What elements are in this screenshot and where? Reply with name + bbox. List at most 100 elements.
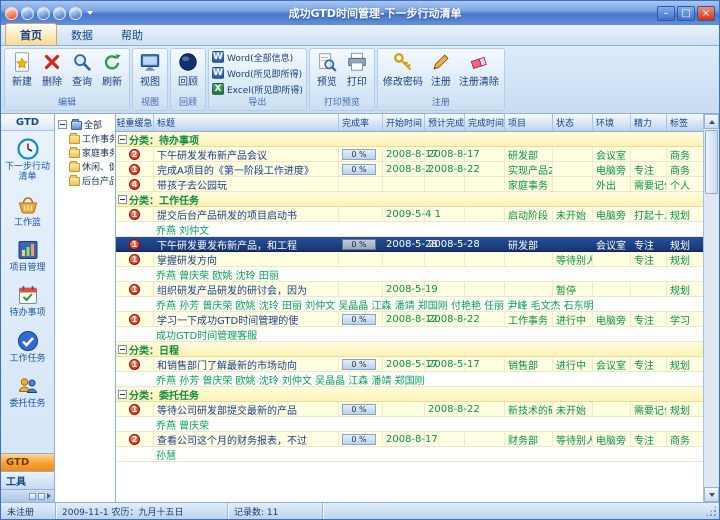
view-button[interactable]: 视图	[135, 50, 165, 96]
assignees-row[interactable]: 乔燕 曾庆荣 欧姚 沈玲 田丽	[116, 267, 703, 282]
assignees-row[interactable]: 乔燕 孙芳 曾庆荣 欧姚 沈玲 田丽 刘仲文 吴晶晶 江森 潘靖 郑国刚 付艳艳…	[116, 297, 703, 312]
mail-icon[interactable]	[53, 7, 66, 20]
task-row[interactable]: 1下午研发要发布新产品，和工程0 %2008-5-282008-5-28研发部会…	[116, 237, 703, 252]
completion-cell	[339, 252, 383, 266]
category-row[interactable]: 分类：日程	[116, 342, 703, 357]
pencil-icon	[430, 51, 452, 73]
task-row[interactable]: 2查看公司这个月的财务报表，不过0 %2008-8-17财务部等待别人电脑旁专注…	[116, 432, 703, 447]
column-header-finish[interactable]: 完成时间	[465, 114, 505, 131]
task-row[interactable]: 1组织研发产品研发的研讨会，因为2008-5-19暂停规划	[116, 282, 703, 297]
skin-icon[interactable]	[69, 7, 82, 20]
resize-grip[interactable]	[705, 505, 717, 517]
task-row[interactable]: 1等待公司研发部提交最新的产品0 %2008-8-22新技术的研发未开始需要记住…	[116, 402, 703, 417]
refresh-button[interactable]: 刷新	[97, 50, 127, 96]
collapse-icon[interactable]	[118, 135, 127, 144]
finish-date-cell	[465, 282, 505, 296]
sidebar-item-projects[interactable]: 项目管理	[1, 232, 54, 277]
column-header-expected[interactable]: 预计完成	[425, 114, 465, 131]
column-header-project[interactable]: 项目	[505, 114, 553, 131]
column-header-tag[interactable]: 标签	[667, 114, 703, 131]
tree-item-family[interactable]: 家庭事务	[56, 145, 114, 159]
task-row[interactable]: 1和销售部门了解最新的市场动向0 %2008-5-172008-5-17销售部进…	[116, 357, 703, 372]
tree-item-all[interactable]: 全部	[56, 117, 114, 131]
delete-button[interactable]: 删除	[37, 50, 67, 96]
category-row[interactable]: 分类：工作任务	[116, 192, 703, 207]
tab-data[interactable]: 数据	[57, 24, 107, 45]
scroll-down-button[interactable]	[704, 487, 719, 502]
category-row[interactable]: 分类：委托任务	[116, 387, 703, 402]
search-icon	[71, 51, 93, 73]
gtd-section-bar[interactable]: GTD	[1, 453, 54, 471]
export-excel-wysiwyg-button[interactable]: X Excel(所见即所得)	[212, 82, 303, 97]
review-button[interactable]: 回顾	[173, 50, 203, 96]
export-word-all-button[interactable]: W Word(全部信息)	[212, 50, 303, 65]
minimize-button[interactable]: –	[657, 6, 675, 21]
column-header-environment[interactable]: 环境	[593, 114, 631, 131]
tab-help[interactable]: 帮助	[107, 24, 157, 45]
scroll-thumb[interactable]	[705, 130, 718, 194]
basket-icon	[16, 193, 40, 217]
column-header-start[interactable]: 开始时间	[383, 114, 425, 131]
task-row[interactable]: 1完成A项目的《第一阶段工作进度》0 %2008-8-22008-8-22实现产…	[116, 162, 703, 177]
query-button[interactable]: 查询	[67, 50, 97, 96]
sidebar-item-tasks[interactable]: 工作任务	[1, 323, 54, 368]
assignees-row[interactable]: 成功GTD时间管理客服	[116, 327, 703, 342]
collapse-icon[interactable]	[118, 345, 127, 354]
column-header-status[interactable]: 状态	[553, 114, 593, 131]
task-row[interactable]: 1学习一下成功GTD时间管理的使0 %2008-8-122008-8-22工作事…	[116, 312, 703, 327]
task-row[interactable]: 4带孩子去公园玩家庭事务外出需要记住个人	[116, 177, 703, 192]
vertical-scrollbar[interactable]	[703, 114, 719, 502]
scroll-track[interactable]	[704, 195, 719, 487]
maximize-button[interactable]: □	[677, 6, 695, 21]
configure-buttons-icon[interactable]	[47, 493, 51, 499]
task-row[interactable]: 1掌握研发方向等待别人专注规划	[116, 252, 703, 267]
info-icon[interactable]	[21, 7, 34, 20]
preview-button[interactable]: 预览	[312, 50, 342, 96]
column-header-title[interactable]: 标题	[154, 114, 339, 131]
sidebar-item-todos[interactable]: 待办事项	[1, 277, 54, 322]
tag-cell: 规划	[667, 237, 703, 251]
sidebar-item-inbox[interactable]: 工作篮	[1, 187, 54, 232]
column-header-completion[interactable]: 完成率	[339, 114, 383, 131]
ribbon-group-view-caption: 视图	[133, 97, 167, 110]
tree-item-leisure[interactable]: 休闲、健康	[56, 159, 114, 173]
close-button[interactable]: ×	[697, 6, 715, 21]
ribbon-group-print-caption: 打印预览	[310, 97, 374, 110]
energy-cell: 专注	[631, 252, 667, 266]
task-row[interactable]: 2下午研发发布新产品会议0 %2008-8-172008-8-17研发部会议室商…	[116, 147, 703, 162]
app-icon[interactable]	[5, 7, 18, 20]
collapse-icon[interactable]	[118, 390, 127, 399]
new-button[interactable]: 新建	[7, 50, 37, 96]
small-section-icon[interactable]	[29, 493, 36, 500]
ribbon-group-export-caption: 导出	[209, 97, 306, 110]
tree-label: 工作事务	[82, 132, 114, 145]
column-header-priority[interactable]: 轻重缓急	[116, 114, 154, 131]
tree-item-work[interactable]: 工作事务	[56, 131, 114, 145]
tools-section-bar[interactable]: 工具	[1, 471, 54, 489]
sidebar-item-next-actions[interactable]: 下一步行动清单	[1, 131, 54, 187]
collapse-icon[interactable]	[118, 195, 127, 204]
collapse-icon[interactable]	[58, 120, 67, 129]
assignees-row[interactable]: 乔燕 刘仲文	[116, 222, 703, 237]
export-word-wysiwyg-button[interactable]: W Word(所见即所得)	[212, 66, 303, 81]
column-header-energy[interactable]: 精力	[631, 114, 667, 131]
register-button[interactable]: 注册	[426, 50, 456, 96]
print-button[interactable]: 打印	[342, 50, 372, 96]
task-row[interactable]: 1提交后台产品研发的项目启动书2009-5-4 1启动阶段未开始电脑旁打起十二分…	[116, 207, 703, 222]
unregister-button[interactable]: 注册清除	[456, 50, 502, 96]
tree-item-rd[interactable]: 后台产品研发	[56, 173, 114, 187]
change-password-button[interactable]: 修改密码	[380, 50, 426, 96]
assignees-row[interactable]: 乔燕 孙芳 曾庆荣 欧姚 沈玲 刘仲文 吴晶晶 江森 潘靖 郑国刚	[116, 372, 703, 387]
help-icon[interactable]	[37, 7, 50, 20]
category-row[interactable]: 分类：待办事项	[116, 132, 703, 147]
status-cell: 等待别人	[553, 252, 593, 266]
assignees-row[interactable]: 孙慧	[116, 447, 703, 462]
tab-home[interactable]: 首页	[5, 23, 57, 45]
priority-badge: 2	[129, 149, 140, 160]
tree-label: 休闲、健康	[82, 160, 114, 173]
assignees-row[interactable]: 乔燕 曾庆荣	[116, 417, 703, 432]
scroll-up-button[interactable]	[704, 114, 719, 129]
small-section-icon[interactable]	[38, 493, 45, 500]
priority-cell: 2	[116, 432, 154, 446]
sidebar-item-delegated[interactable]: 委托任务	[1, 368, 54, 413]
